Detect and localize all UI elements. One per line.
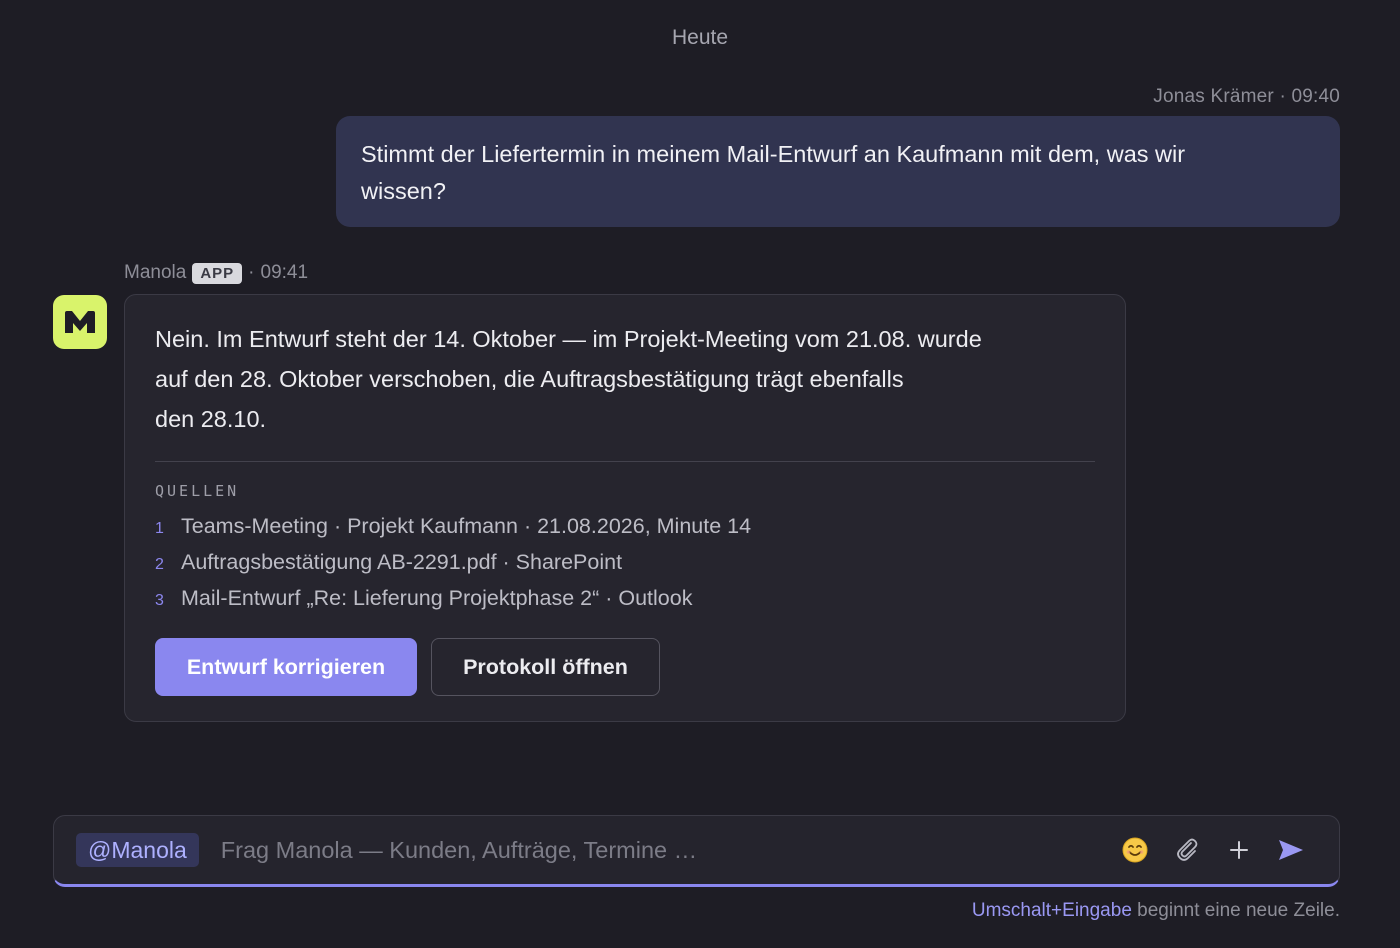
user-message-line: Stimmt der Liefertermin in meinem Mail-E…: [361, 141, 1186, 167]
bot-answer: Nein. Im Entwurf steht der 14. Oktober —…: [155, 319, 1095, 439]
action-buttons: Entwurf korrigieren Protokoll öffnen: [155, 638, 1095, 696]
mention-chip[interactable]: @Manola: [76, 833, 199, 867]
sources-divider: [155, 461, 1095, 462]
source-item[interactable]: 3 Mail-Entwurf „Re: Lieferung Projektpha…: [155, 580, 1095, 616]
answer-line: den 28.10.: [155, 406, 267, 432]
answer-line: Nein. Im Entwurf steht der 14. Oktober —…: [155, 326, 982, 352]
sources-title: QUELLEN: [155, 482, 240, 500]
user-time: 09:40: [1291, 86, 1340, 107]
manola-logo-icon: [65, 311, 95, 333]
bot-message-meta: Manola APP · 09:41: [124, 262, 308, 284]
plus-icon[interactable]: [1213, 830, 1265, 870]
user-message-meta: Jonas Krämer · 09:40: [1153, 86, 1340, 108]
paperclip-icon[interactable]: [1161, 830, 1213, 870]
hint-shortcut: Umschalt+Eingabe: [971, 900, 1132, 921]
sources-list: 1 Teams-Meeting · Projekt Kaufmann · 21.…: [155, 508, 1095, 616]
manola-avatar[interactable]: [53, 295, 107, 349]
open-protocol-button[interactable]: Protokoll öffnen: [431, 638, 660, 696]
answer-line: auf den 28. Oktober verschoben, die Auft…: [155, 366, 904, 392]
composer-hint: Umschalt+Eingabe beginnt eine neue Zeile…: [972, 900, 1340, 922]
source-item[interactable]: 1 Teams-Meeting · Projekt Kaufmann · 21.…: [155, 508, 1095, 544]
source-number: 2: [155, 556, 164, 573]
send-icon[interactable]: [1265, 830, 1317, 870]
composer-icons: [1109, 830, 1317, 870]
source-text[interactable]: Auftragsbestätigung AB-2291.pdf · ShareP…: [181, 544, 622, 580]
bot-message-card: Nein. Im Entwurf steht der 14. Oktober —…: [124, 294, 1126, 722]
user-message-line: wissen?: [361, 178, 446, 204]
source-item[interactable]: 2 Auftragsbestätigung AB-2291.pdf · Shar…: [155, 544, 1095, 580]
source-number: 3: [155, 592, 164, 609]
message-composer: @Manola: [53, 815, 1340, 887]
source-number: 1: [155, 520, 164, 537]
user-author: Jonas Krämer: [1153, 86, 1274, 107]
user-message-bubble: Stimmt der Liefertermin in meinem Mail-E…: [336, 116, 1340, 227]
emoji-icon[interactable]: [1109, 830, 1161, 870]
bot-time: 09:41: [260, 262, 309, 283]
correct-draft-button[interactable]: Entwurf korrigieren: [155, 638, 417, 696]
source-text[interactable]: Teams-Meeting · Projekt Kaufmann · 21.08…: [181, 508, 751, 544]
date-divider: Heute: [671, 26, 729, 49]
message-input[interactable]: [220, 836, 1109, 864]
app-badge: APP: [192, 262, 243, 284]
bot-author[interactable]: Manola: [124, 262, 186, 284]
meta-separator: ·: [248, 262, 255, 283]
source-text[interactable]: Mail-Entwurf „Re: Lieferung Projektphase…: [181, 580, 692, 616]
hint-text: beginnt eine neue Zeile.: [1137, 900, 1340, 921]
meta-separator: ·: [1279, 86, 1292, 107]
